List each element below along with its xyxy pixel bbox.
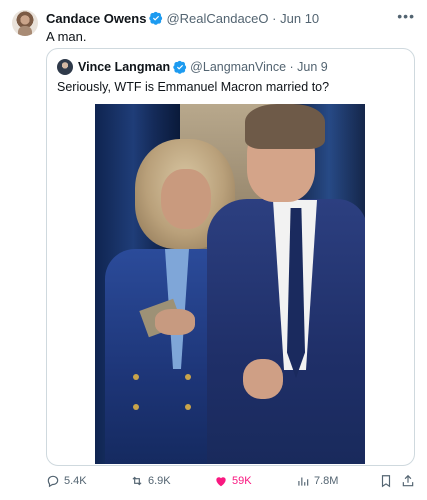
verified-badge-icon [173,60,187,74]
repost-count: 6.9K [148,475,171,487]
share-button[interactable] [401,474,415,491]
quote-author-name[interactable]: Vince Langman [78,60,170,74]
separator-dot: · [289,60,294,74]
tweet-text: A man. [46,29,87,44]
repost-icon [132,476,142,486]
quote-text: Seriously, WTF is Emmanuel Macron marrie… [57,80,330,94]
more-horizontal-icon[interactable]: ••• [397,8,415,24]
quote-header: Vince Langman @LangmanVince · Jun 9 [57,59,328,75]
reply-button[interactable]: 5.4K [46,474,87,488]
bookmark-button[interactable] [379,474,393,491]
like-icon [216,477,226,487]
quote-photo[interactable] [95,104,365,464]
quote-date[interactable]: Jun 9 [297,60,328,74]
author-handle[interactable]: @RealCandaceO [166,11,268,26]
action-bar: 5.4K 6.9K 59K 7.8M [46,474,415,492]
verified-badge-icon [149,11,163,25]
share-icon [402,474,414,487]
views-icon [298,477,309,486]
reply-count: 5.4K [64,475,87,487]
like-button[interactable]: 59K [214,474,252,488]
author-avatar[interactable] [12,10,38,36]
repost-button[interactable]: 6.9K [130,474,171,488]
reply-icon [47,475,59,488]
separator-dot: · [272,10,277,26]
author-name[interactable]: Candace Owens [46,11,146,26]
tweet-date[interactable]: Jun 10 [280,11,319,26]
views-count: 7.8M [314,475,339,487]
like-count: 59K [232,475,252,487]
tweet-header: Candace Owens @RealCandaceO · Jun 10 [46,10,319,26]
quote-author-avatar[interactable] [57,59,73,75]
views-button[interactable]: 7.8M [296,474,338,488]
bookmark-icon [381,475,391,488]
quoted-tweet[interactable]: Vince Langman @LangmanVince · Jun 9 Seri… [46,48,415,466]
quote-author-handle[interactable]: @LangmanVince [190,60,286,74]
